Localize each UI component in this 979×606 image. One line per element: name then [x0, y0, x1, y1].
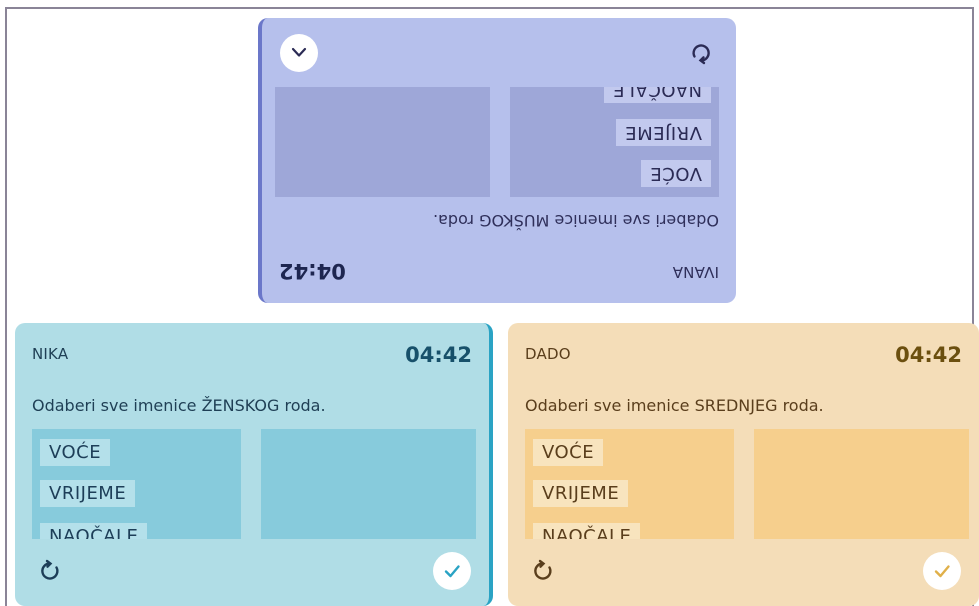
chevron-up-icon[interactable]: [280, 34, 318, 72]
word-bank[interactable]: VOĆE VRIJEME NAOČALE: [510, 87, 719, 197]
player-timer: 04:42: [279, 259, 346, 283]
word-chip[interactable]: NAOČALE: [533, 523, 641, 539]
word-chip[interactable]: VRIJEME: [40, 480, 136, 507]
answer-drop-zone[interactable]: [275, 87, 490, 197]
question-text: Odaberi sve imenice SREDNJEG roda.: [525, 396, 824, 415]
refresh-icon[interactable]: [35, 556, 65, 586]
answer-drop-zone[interactable]: [754, 429, 969, 539]
word-chip[interactable]: NAOČALE: [603, 87, 711, 103]
player-name: IVANA: [672, 263, 719, 281]
word-chip[interactable]: VOĆE: [40, 439, 111, 466]
word-chip[interactable]: VRIJEME: [533, 480, 629, 507]
question-text: Odaberi sve imenice MUŠKOG roda.: [432, 211, 719, 230]
word-chip[interactable]: VOĆE: [533, 439, 604, 466]
check-icon[interactable]: [433, 552, 471, 590]
player-card-nika: NIKA 04:42 Odaberi sve imenice ŽENSKOG r…: [15, 323, 493, 606]
word-bank[interactable]: VOĆE VRIJEME NAOČALE: [32, 429, 241, 539]
player-card-dado: DADO 04:42 Odaberi sve imenice SREDNJEG …: [508, 323, 979, 606]
player-timer: 04:42: [895, 343, 962, 367]
word-bank[interactable]: VOĆE VRIJEME NAOČALE: [525, 429, 734, 539]
question-text: Odaberi sve imenice ŽENSKOG roda.: [32, 396, 326, 415]
check-icon[interactable]: [923, 552, 961, 590]
refresh-icon[interactable]: [686, 38, 716, 68]
player-timer: 04:42: [405, 343, 472, 367]
word-chip[interactable]: VRIJEME: [615, 119, 711, 146]
player-name: NIKA: [32, 345, 69, 363]
answer-drop-zone[interactable]: [261, 429, 476, 539]
player-card-ivana: IVANA 04:42 Odaberi sve imenice MUŠKOG r…: [258, 18, 736, 303]
word-chip[interactable]: NAOČALE: [40, 523, 148, 539]
player-name: DADO: [525, 345, 571, 363]
word-chip[interactable]: VOĆE: [640, 160, 711, 187]
refresh-icon[interactable]: [528, 556, 558, 586]
